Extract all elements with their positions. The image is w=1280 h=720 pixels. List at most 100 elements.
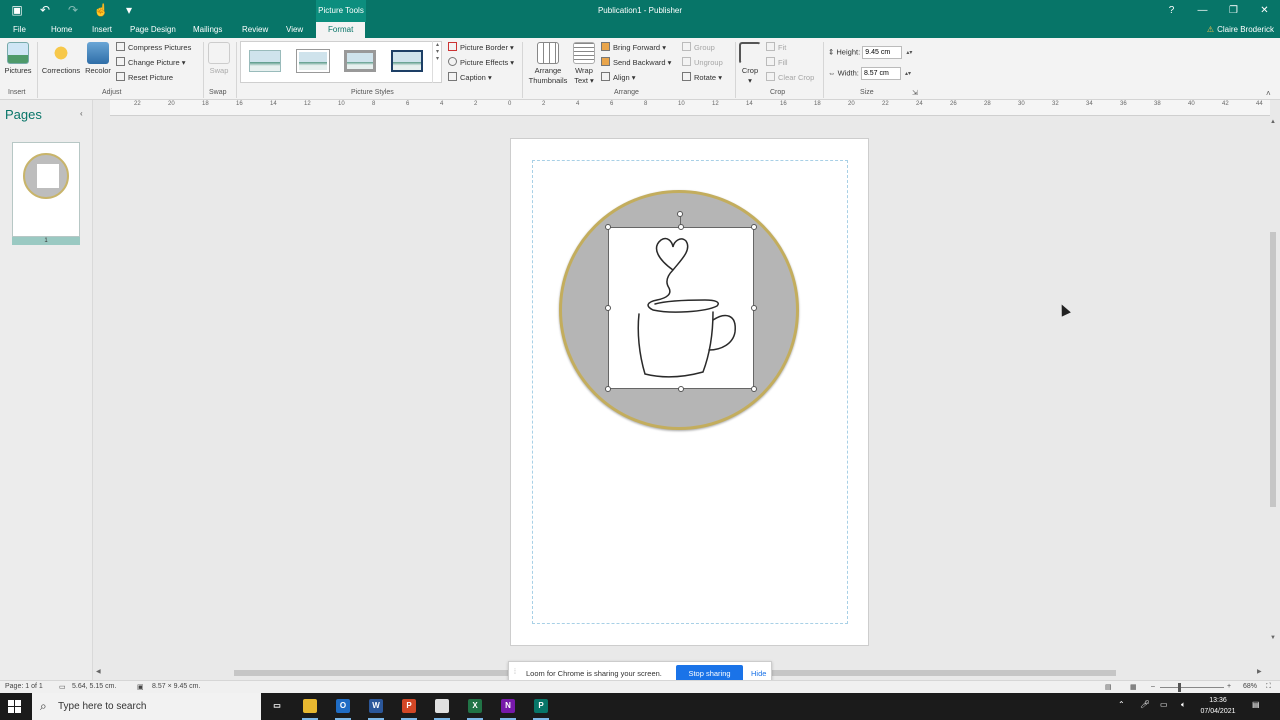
zoom-out-icon[interactable]: – (1151, 683, 1155, 690)
volume-icon[interactable]: 🔈︎ (1181, 700, 1186, 710)
clear-crop-button[interactable]: Clear Crop (766, 72, 814, 84)
picture-effects-button[interactable]: Picture Effects ▾ (448, 57, 514, 69)
outlook-icon[interactable]: O (332, 696, 354, 720)
wrap-text-button[interactable]: Wrap Text ▾ (572, 42, 596, 86)
zoom-level[interactable]: 68% (1243, 683, 1257, 690)
tab-page-design[interactable]: Page Design (130, 22, 176, 38)
resize-handle[interactable] (751, 305, 757, 311)
sun-icon (50, 42, 72, 64)
collapse-pane-icon[interactable]: ‹ (80, 109, 83, 118)
onenote-icon[interactable]: N (497, 696, 519, 720)
picture-border-button[interactable]: Picture Border ▾ (448, 42, 514, 54)
pictures-button[interactable]: Pictures (4, 42, 32, 76)
fit-button[interactable]: Fit (766, 42, 786, 54)
microphone-icon[interactable]: 🎤︎ (1140, 700, 1150, 709)
clock[interactable]: 13:36 07/04/2021 (1196, 695, 1240, 717)
tab-view[interactable]: View (286, 22, 303, 38)
tab-review[interactable]: Review (242, 22, 268, 38)
swap-button[interactable]: Swap (207, 42, 231, 76)
page-indicator[interactable]: Page: 1 of 1 (5, 683, 43, 690)
resize-handle[interactable] (605, 224, 611, 230)
picture-style-option[interactable] (249, 50, 281, 72)
bring-forward-button[interactable]: Bring Forward ▾ (601, 42, 666, 54)
show-hidden-icons[interactable]: ⌃ (1118, 700, 1125, 709)
ungroup-button[interactable]: Ungroup (682, 57, 723, 69)
fit-page-icon[interactable]: ⛶ (1266, 683, 1271, 691)
picture-style-option[interactable] (391, 50, 423, 72)
fill-icon (766, 57, 775, 66)
chrome-icon[interactable] (431, 696, 453, 720)
canvas-workspace[interactable] (94, 117, 1268, 667)
network-icon[interactable]: ▭ (1160, 700, 1168, 709)
fill-button[interactable]: Fill (766, 57, 788, 69)
two-page-view-icon[interactable]: ▦ (1130, 683, 1137, 691)
change-picture-button[interactable]: Change Picture ▾ (116, 57, 186, 69)
picture-style-option[interactable] (344, 50, 376, 72)
tab-format[interactable]: Format (316, 22, 366, 38)
publication-page[interactable] (510, 138, 869, 646)
picture-style-option[interactable] (297, 50, 329, 72)
notifications-icon[interactable]: ▤ (1252, 700, 1260, 709)
close-button[interactable]: ✕ (1249, 0, 1280, 22)
corrections-button[interactable]: Corrections (40, 42, 82, 76)
collapse-ribbon-icon[interactable]: ˄ (1266, 89, 1271, 98)
resize-handle[interactable] (678, 224, 684, 230)
scroll-up-icon[interactable]: ▲ (1270, 119, 1276, 125)
task-view-icon[interactable]: ▭ (266, 696, 288, 717)
size-dialog-launcher-icon[interactable]: ⇲ (912, 89, 918, 97)
resize-handle[interactable] (751, 386, 757, 392)
excel-icon[interactable]: X (464, 696, 486, 720)
minimize-button[interactable]: — (1187, 0, 1218, 22)
group-button[interactable]: Group (682, 42, 715, 54)
ribbon-separator (823, 42, 824, 98)
single-page-view-icon[interactable]: ▤ (1105, 683, 1112, 691)
tab-insert[interactable]: Insert (92, 22, 112, 38)
user-account[interactable]: ⚠ Claire Broderick (1207, 22, 1274, 38)
tab-home[interactable]: Home (51, 22, 72, 38)
width-spinner[interactable]: ▴▾ (905, 71, 911, 77)
vertical-scrollbar[interactable]: ▲ ▼ (1268, 117, 1280, 667)
height-spinner[interactable]: ▴▾ (906, 50, 912, 56)
scroll-down-icon[interactable]: ▼ (1270, 635, 1276, 641)
height-input[interactable] (862, 46, 903, 59)
coffee-cup-picture[interactable] (608, 227, 754, 389)
resize-handle[interactable] (605, 386, 611, 392)
zoom-slider-knob[interactable] (1178, 683, 1181, 692)
recolor-button[interactable]: Recolor (84, 42, 112, 76)
windows-start-icon[interactable] (8, 700, 21, 713)
zoom-slider[interactable] (1160, 687, 1224, 688)
arrange-thumbnails-button[interactable]: Arrange Thumbnails (526, 42, 570, 86)
rotation-handle[interactable] (677, 211, 683, 217)
resize-handle[interactable] (605, 305, 611, 311)
gallery-scroll[interactable]: ▴ ▾ ▾ (432, 41, 442, 83)
compress-pictures-button[interactable]: Compress Pictures (116, 42, 191, 54)
hide-link[interactable]: Hide (751, 669, 766, 678)
tab-mailings[interactable]: Mailings (193, 22, 222, 38)
resize-handle[interactable] (678, 386, 684, 392)
align-button[interactable]: Align ▾ (601, 72, 636, 84)
restore-button[interactable]: ❐ (1218, 0, 1249, 22)
tab-file[interactable]: File (13, 22, 26, 38)
reset-picture-button[interactable]: Reset Picture (116, 72, 173, 84)
powerpoint-icon[interactable]: P (398, 696, 420, 720)
help-button[interactable]: ? (1156, 0, 1187, 22)
page-thumbnail[interactable] (12, 142, 80, 237)
taskbar-search-box[interactable]: ⌕ Type here to search (32, 693, 261, 720)
word-icon[interactable]: W (365, 696, 387, 720)
file-explorer-icon[interactable] (299, 696, 321, 720)
caption-button[interactable]: Caption ▾ (448, 72, 492, 84)
rotate-button[interactable]: Rotate ▾ (682, 72, 722, 84)
scroll-left-icon[interactable]: ◀ (96, 668, 101, 675)
ungroup-icon (682, 57, 691, 66)
ribbon-separator (522, 42, 523, 98)
swap-icon (208, 42, 230, 64)
width-input[interactable] (860, 67, 901, 80)
scroll-right-icon[interactable]: ▶ (1257, 668, 1262, 675)
crop-button[interactable]: Crop ▾ (738, 42, 762, 86)
resize-handle[interactable] (751, 224, 757, 230)
publisher-icon[interactable]: P (530, 696, 552, 720)
zoom-in-icon[interactable]: + (1227, 683, 1231, 690)
vertical-scroll-thumb[interactable] (1270, 232, 1276, 507)
send-backward-button[interactable]: Send Backward ▾ (601, 57, 671, 69)
drag-grip-icon[interactable]: ⁞ (514, 669, 516, 676)
